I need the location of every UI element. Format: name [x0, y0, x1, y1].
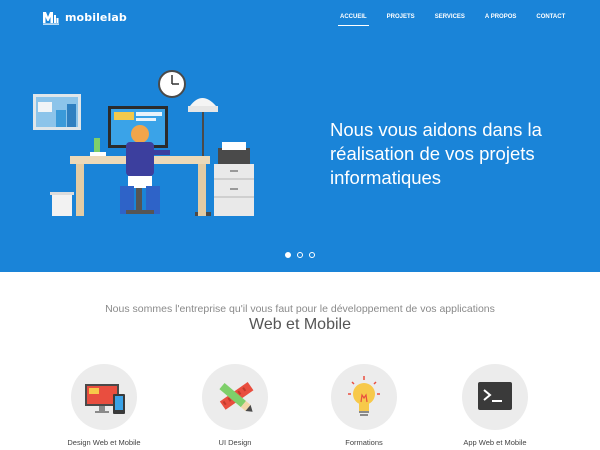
- feature-app-web-mobile[interactable]: App Web et Mobile: [435, 364, 555, 447]
- feature-label: UI Design: [218, 438, 252, 447]
- lightbulb-icon: [348, 376, 380, 416]
- intro-subhead: Web et Mobile: [249, 316, 351, 333]
- office-workspace-illustration: [33, 70, 254, 216]
- feature-ui-design[interactable]: UI Design: [175, 364, 295, 447]
- hero-headline: Nous vous aidons dans la réalisation de …: [330, 119, 542, 188]
- feature-icon-circle: [71, 364, 137, 430]
- main-menu: ACCUEIL PROJETS SERVICES A PROPOS CONTAC…: [330, 0, 575, 34]
- brand-name: mobilelab: [65, 10, 127, 24]
- feature-icon-circle: [202, 364, 268, 430]
- nav-item-a-propos[interactable]: A PROPOS: [475, 0, 526, 34]
- terminal-icon: [478, 382, 512, 410]
- mobilelab-logo-icon: [43, 12, 59, 25]
- nav-item-projets[interactable]: PROJETS: [377, 0, 425, 34]
- feature-icon-circle: [462, 364, 528, 430]
- carousel-dot-1[interactable]: [285, 252, 291, 258]
- feature-label: Formations: [345, 438, 383, 447]
- pencil-ruler-icon: [219, 382, 254, 412]
- feature-formations[interactable]: Formations: [304, 364, 424, 447]
- feature-design-web-mobile[interactable]: Design Web et Mobile: [44, 364, 164, 447]
- top-navbar: mobilelab ACCUEIL PROJETS SERVICES A PRO…: [0, 0, 600, 34]
- hero-banner: mobilelab ACCUEIL PROJETS SERVICES A PRO…: [0, 0, 600, 272]
- intro-tagline: Nous sommes l'entreprise qu'il vous faut…: [105, 303, 495, 315]
- carousel-dot-2[interactable]: [297, 252, 303, 258]
- carousel-pagination: [285, 252, 321, 258]
- printer-cabinet: [214, 142, 254, 216]
- nav-item-contact[interactable]: CONTACT: [526, 0, 575, 34]
- trash-bin-icon: [50, 192, 74, 216]
- feature-label: Design Web et Mobile: [67, 438, 141, 447]
- wall-picture: [33, 94, 81, 130]
- brand-logo[interactable]: mobilelab: [42, 9, 127, 25]
- wall-clock-icon: [158, 70, 186, 98]
- devices-icon: [85, 384, 125, 414]
- nav-item-services[interactable]: SERVICES: [425, 0, 475, 34]
- carousel-dot-3[interactable]: [309, 252, 315, 258]
- nav-item-accueil[interactable]: ACCUEIL: [330, 0, 377, 34]
- feature-icon-circle: [331, 364, 397, 430]
- feature-label: App Web et Mobile: [463, 438, 527, 447]
